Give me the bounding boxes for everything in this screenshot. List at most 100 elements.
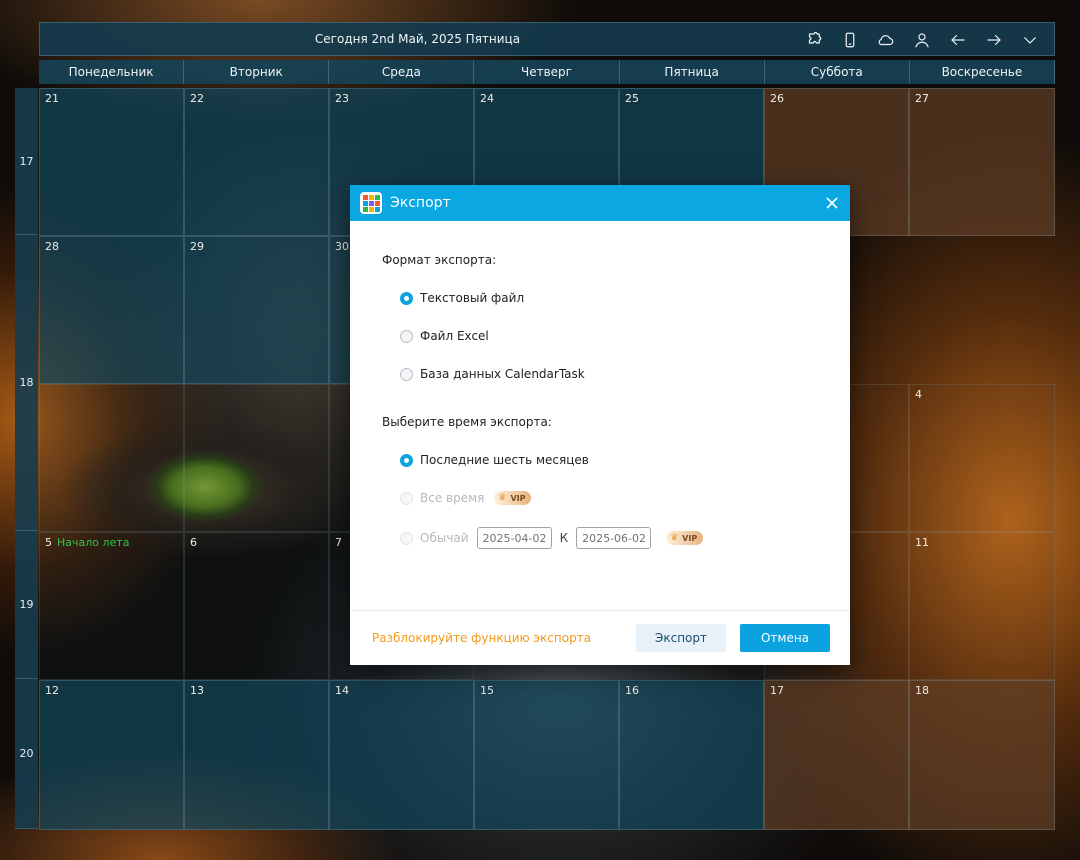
radio-icon xyxy=(400,531,413,545)
crown-icon: ♛ xyxy=(498,493,507,503)
today-label[interactable]: Сегодня 2nd Май, 2025 Пятница xyxy=(40,23,795,56)
weekday-monday: Понедельник xyxy=(39,60,185,84)
format-excel-radio[interactable]: Файл Excel xyxy=(400,329,489,343)
day-cell[interactable]: 17 xyxy=(764,680,909,830)
day-number: 26 xyxy=(770,92,784,105)
day-number: 22 xyxy=(190,92,204,105)
day-number: 5 xyxy=(45,536,52,549)
arrow-left-icon[interactable] xyxy=(940,23,976,56)
day-number: 18 xyxy=(915,684,929,697)
weekday-tuesday: Вторник xyxy=(184,60,330,84)
dialog-title: Экспорт xyxy=(390,195,451,211)
crown-icon: ♛ xyxy=(670,533,679,543)
time-all-radio[interactable]: Все время ♛ VIP xyxy=(400,491,532,505)
day-cell[interactable]: 16 xyxy=(619,680,764,830)
day-number: 11 xyxy=(915,536,929,549)
day-number: 4 xyxy=(915,388,922,401)
radio-icon xyxy=(400,329,413,343)
week-number: 19 xyxy=(15,531,38,679)
dialog-header: Экспорт xyxy=(350,185,850,221)
day-number: 17 xyxy=(770,684,784,697)
weekday-saturday: Суббота xyxy=(764,60,910,84)
radio-label: Все время xyxy=(420,491,485,505)
weekday-friday: Пятница xyxy=(619,60,765,84)
weekday-header: Понедельник Вторник Среда Четверг Пятниц… xyxy=(39,60,1055,84)
radio-label: Текстовый файл xyxy=(420,291,525,305)
unlock-export-link[interactable]: Разблокируйте функцию экспорта xyxy=(372,631,591,645)
day-number: 14 xyxy=(335,684,349,697)
weekday-sunday: Воскресенье xyxy=(909,60,1055,84)
cloud-icon[interactable] xyxy=(868,23,904,56)
format-database-radio[interactable]: База данных CalendarTask xyxy=(400,367,585,381)
export-button[interactable]: Экспорт xyxy=(636,624,726,652)
day-cell[interactable] xyxy=(39,384,184,532)
vip-label: VIP xyxy=(510,493,526,503)
day-cell[interactable]: 28 xyxy=(39,236,184,384)
day-number: 24 xyxy=(480,92,494,105)
day-number: 25 xyxy=(625,92,639,105)
chevron-down-icon[interactable] xyxy=(1012,23,1048,56)
day-cell[interactable]: 29 xyxy=(184,236,329,384)
radio-selected-icon xyxy=(400,453,413,467)
weekday-wednesday: Среда xyxy=(329,60,475,84)
vip-badge[interactable]: ♛ VIP xyxy=(666,531,704,545)
day-cell[interactable]: 13 xyxy=(184,680,329,830)
user-icon[interactable] xyxy=(904,23,940,56)
dialog-divider xyxy=(350,610,850,611)
radio-icon xyxy=(400,367,413,381)
arrow-right-icon[interactable] xyxy=(976,23,1012,56)
format-label: Формат экспорта: xyxy=(382,253,497,267)
app-logo-icon xyxy=(360,192,382,214)
export-dialog: Экспорт Формат экспорта: Текстовый файл … xyxy=(350,185,850,665)
calendar-header: Сегодня 2nd Май, 2025 Пятница xyxy=(39,22,1055,56)
date-from-input[interactable]: 2025-04-02 xyxy=(476,527,552,549)
day-cell[interactable]: 11 xyxy=(909,532,1055,680)
day-number: 7 xyxy=(335,536,342,549)
week-number: 17 xyxy=(15,88,38,235)
date-separator: К xyxy=(559,531,569,545)
day-number: 28 xyxy=(45,240,59,253)
day-number: 21 xyxy=(45,92,59,105)
radio-label: База данных CalendarTask xyxy=(420,367,585,381)
day-cell[interactable]: 27 xyxy=(909,88,1055,236)
day-cell[interactable]: 4 xyxy=(909,384,1055,532)
day-cell[interactable]: 6 xyxy=(184,532,329,680)
puzzle-icon[interactable] xyxy=(796,23,832,56)
day-cell[interactable]: 18 xyxy=(909,680,1055,830)
vip-label: VIP xyxy=(682,533,698,543)
day-number: 6 xyxy=(190,536,197,549)
radio-selected-icon xyxy=(400,291,413,305)
day-cell[interactable]: 14 xyxy=(329,680,474,830)
time-custom-radio[interactable]: Обычай 2025-04-02 К 2025-06-02 ♛ VIP xyxy=(400,527,704,549)
day-cell[interactable]: 22 xyxy=(184,88,329,236)
day-cell[interactable] xyxy=(184,384,329,532)
time-label: Выберите время экспорта: xyxy=(382,415,552,429)
day-number: 29 xyxy=(190,240,204,253)
day-number: 23 xyxy=(335,92,349,105)
radio-label: Обычай xyxy=(420,531,469,545)
cancel-button[interactable]: Отмена xyxy=(740,624,830,652)
day-number: 13 xyxy=(190,684,204,697)
phone-icon[interactable] xyxy=(832,23,868,56)
weekday-thursday: Четверг xyxy=(474,60,620,84)
header-toolbar xyxy=(796,23,1048,56)
radio-icon xyxy=(400,491,413,505)
date-to-input[interactable]: 2025-06-02 xyxy=(576,527,652,549)
day-cell[interactable]: 15 xyxy=(474,680,619,830)
day-number: 12 xyxy=(45,684,59,697)
event-label[interactable]: Начало лета xyxy=(57,536,129,549)
vip-badge[interactable]: ♛ VIP xyxy=(494,491,532,505)
close-icon[interactable] xyxy=(823,194,841,212)
day-cell[interactable]: 21 xyxy=(39,88,184,236)
week-number: 20 xyxy=(15,679,38,829)
radio-label: Последние шесть месяцев xyxy=(420,453,589,467)
day-cell[interactable]: 12 xyxy=(39,680,184,830)
week-number: 18 xyxy=(15,235,38,531)
day-number: 30 xyxy=(335,240,349,253)
day-cell[interactable]: 5 Начало лета xyxy=(39,532,184,680)
day-number: 27 xyxy=(915,92,929,105)
time-six-months-radio[interactable]: Последние шесть месяцев xyxy=(400,453,589,467)
radio-label: Файл Excel xyxy=(420,329,489,343)
format-text-radio[interactable]: Текстовый файл xyxy=(400,291,524,305)
day-number: 15 xyxy=(480,684,494,697)
